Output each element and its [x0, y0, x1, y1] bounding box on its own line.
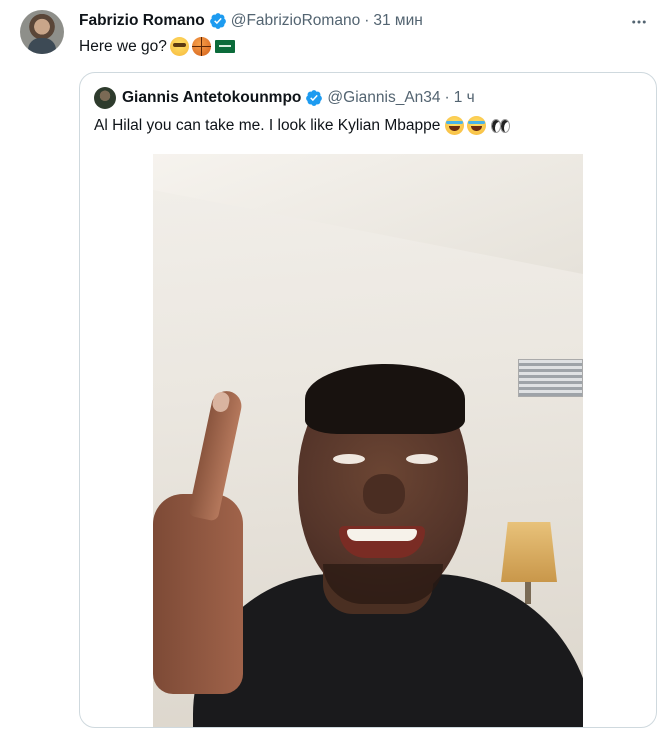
tweet-text: Here we go? — [79, 37, 235, 56]
verified-badge-icon — [209, 13, 226, 29]
quoted-tweet-photo[interactable] — [153, 154, 583, 727]
more-options-icon[interactable] — [629, 12, 649, 32]
quoted-tweet-text-body: Al Hilal you can take me. I look like Ky… — [94, 116, 441, 134]
photo-hair — [305, 364, 465, 434]
quoted-author-handle: @Giannis_An34 — [327, 89, 441, 106]
saudi-arabia-flag-icon — [214, 40, 235, 53]
photo-air-vent — [518, 359, 583, 397]
quoted-author-avatar — [94, 87, 116, 109]
photo-mouth — [339, 526, 425, 558]
quoted-tweet-text: Al Hilal you can take me. I look like Ky… — [94, 116, 511, 135]
quoted-author-name: Giannis Antetokounmpo — [122, 89, 302, 106]
separator-dot: · — [444, 89, 450, 106]
face-with-tears-of-joy-icon — [467, 116, 487, 135]
tweet-header: Fabrizio Romano @FabrizioRomano · 31 мин — [79, 12, 423, 30]
eyes-icon — [489, 116, 511, 135]
photo-lamp-base — [525, 582, 531, 604]
photo-hand — [153, 494, 243, 694]
photo-eye-left — [333, 454, 365, 464]
author-name[interactable]: Fabrizio Romano — [79, 12, 205, 30]
photo-teeth — [347, 529, 417, 541]
smiling-face-with-sunglasses-icon — [169, 37, 189, 56]
separator-dot: · — [364, 12, 370, 29]
quoted-timestamp: 1 ч — [453, 89, 475, 106]
author-avatar[interactable] — [20, 10, 64, 54]
face-with-tears-of-joy-icon — [445, 116, 465, 135]
photo-eye-right — [406, 454, 438, 464]
verified-badge-icon — [306, 90, 323, 106]
photo-lamp-shade — [501, 522, 557, 582]
tweet-timestamp[interactable]: 31 мин — [373, 12, 422, 30]
basketball-icon — [191, 37, 211, 56]
author-handle[interactable]: @FabrizioRomano — [231, 12, 360, 30]
quoted-tweet-header: Giannis Antetokounmpo @Giannis_An34 · 1 … — [94, 87, 475, 109]
photo-nose — [363, 474, 405, 514]
tweet[interactable]: Fabrizio Romano @FabrizioRomano · 31 мин… — [0, 0, 665, 738]
quoted-tweet[interactable]: Giannis Antetokounmpo @Giannis_An34 · 1 … — [79, 72, 657, 728]
tweet-text-body: Here we go? — [79, 37, 167, 55]
